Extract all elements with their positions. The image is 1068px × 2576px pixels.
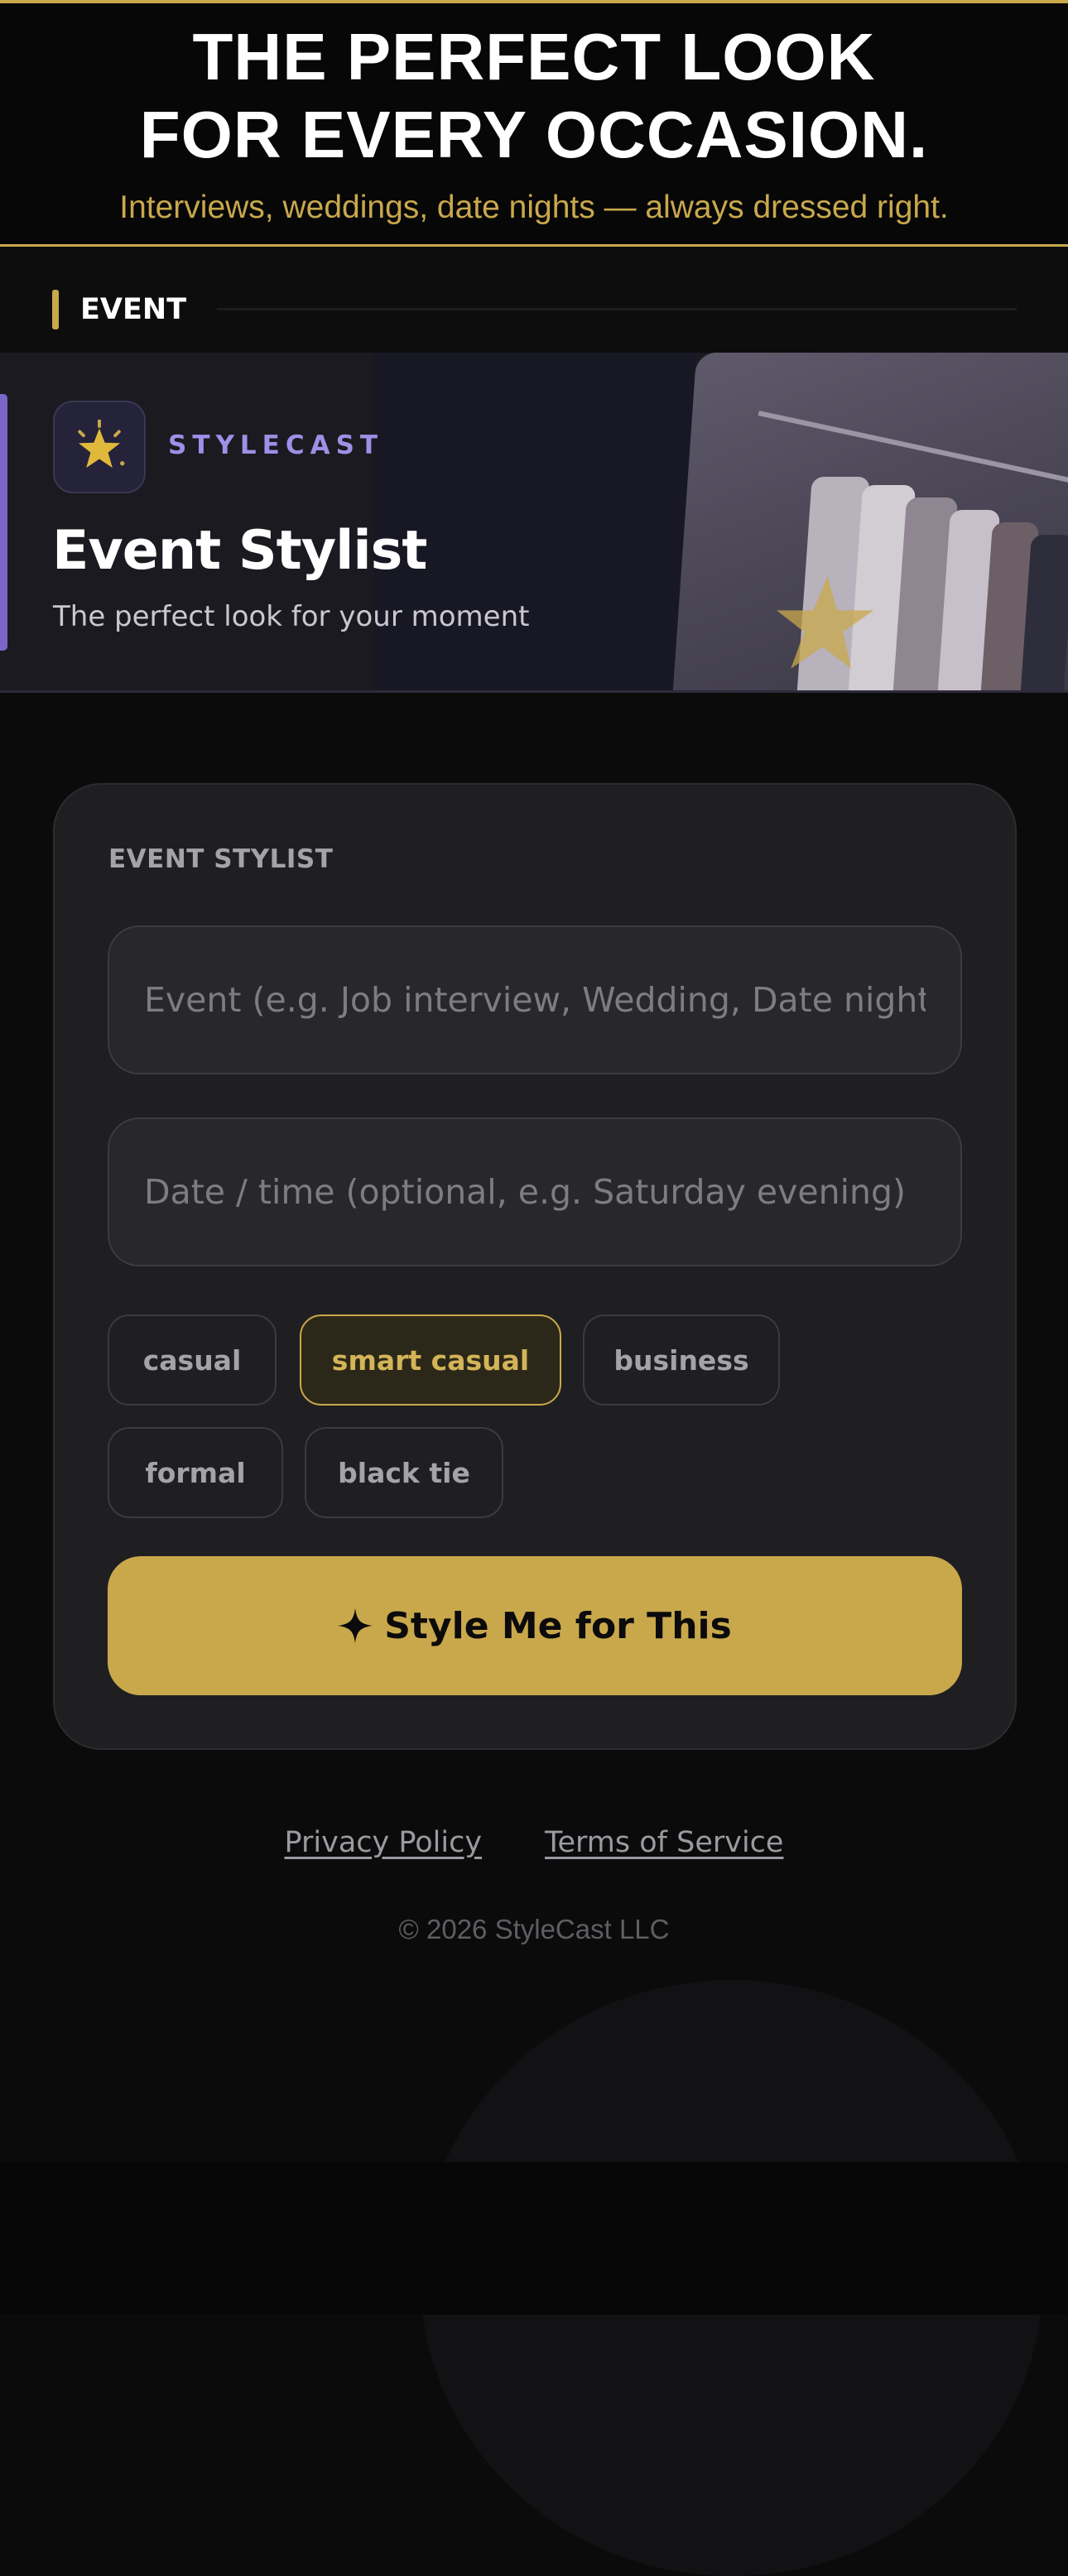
promo-title: THE PERFECT LOOK FOR EVERY OCCASION. [0, 18, 1068, 174]
hero-title: Event Stylist [52, 520, 427, 582]
section-accent-bar [52, 290, 59, 329]
section-header: EVENT [0, 247, 1068, 353]
bottom-bar [0, 2162, 1068, 2314]
promo-banner: THE PERFECT LOOK FOR EVERY OCCASION. Int… [0, 0, 1068, 247]
chip-formal[interactable]: formal [108, 1427, 283, 1518]
sparkle-icon [338, 1608, 373, 1643]
footer-links: Privacy Policy Terms of Service [0, 1826, 1068, 1859]
event-stylist-card: EVENT STYLIST casual smart casual busine… [53, 783, 1017, 1750]
promo-title-line-1: THE PERFECT LOOK [192, 20, 876, 94]
chip-black-tie[interactable]: black tie [305, 1427, 503, 1518]
star-icon [78, 420, 125, 469]
hero-banner: STYLECAST Event Stylist The perfect look… [0, 353, 1068, 693]
brand-name: STYLECAST [168, 430, 384, 460]
chip-business[interactable]: business [583, 1314, 780, 1406]
hero-accent-bar [0, 394, 7, 651]
card-label: EVENT STYLIST [108, 844, 334, 874]
promo-title-line-2: FOR EVERY OCCASION. [139, 98, 929, 171]
hero-subtitle: The perfect look for your moment [53, 600, 530, 633]
promo-subtitle: Interviews, weddings, date nights — alwa… [119, 190, 949, 225]
hero-wardrobe-image [672, 353, 1068, 690]
chip-smart-casual[interactable]: smart casual [300, 1314, 561, 1406]
date-time-input[interactable] [108, 1117, 962, 1266]
brand-badge [53, 401, 146, 493]
event-input[interactable] [108, 925, 962, 1074]
terms-of-service-link[interactable]: Terms of Service [545, 1826, 783, 1859]
copyright-text: © 2026 StyleCast LLC [398, 1914, 670, 1944]
style-me-button[interactable]: Style Me for This [108, 1556, 962, 1695]
style-me-button-label: Style Me for This [384, 1604, 732, 1647]
privacy-policy-link[interactable]: Privacy Policy [285, 1826, 483, 1859]
section-divider [217, 308, 1017, 310]
star-icon [777, 575, 874, 669]
section-label: EVENT [80, 293, 187, 326]
chip-casual[interactable]: casual [108, 1314, 277, 1406]
